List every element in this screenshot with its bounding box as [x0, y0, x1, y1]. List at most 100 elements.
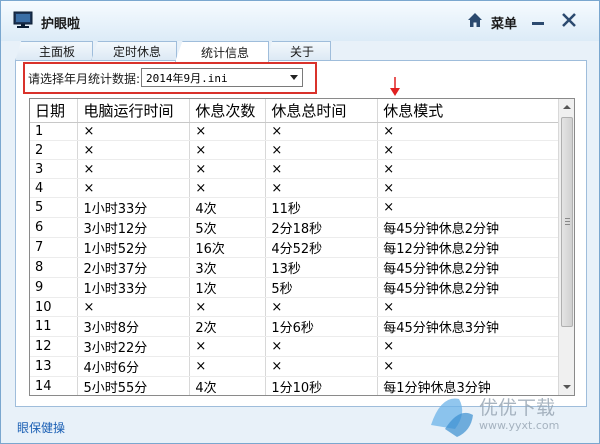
cell-date: 3 — [30, 159, 79, 180]
cell-date: 1 — [30, 122, 79, 142]
table-header-row: 日期 电脑运行时间 休息次数 休息总时间 休息模式 — [30, 99, 560, 123]
cell-runtime: 4小时6分 — [77, 356, 191, 377]
cell-rest-total: 5秒 — [265, 277, 379, 299]
cell-date: 14 — [30, 376, 79, 395]
cell-rest-count: 4次 — [189, 376, 267, 395]
month-select[interactable]: 2014年9月.ini — [141, 68, 303, 87]
cell-rest-mode: × — [377, 336, 560, 357]
tab-timed-rest[interactable]: 定时休息 — [91, 41, 177, 61]
cell-rest-count: × — [189, 122, 267, 142]
table-row[interactable]: 4 × × × × — [30, 178, 560, 199]
cell-runtime: 1小时33分 — [77, 277, 191, 299]
table-row[interactable]: 3 × × × × — [30, 159, 560, 180]
watermark-url: www.yyxt.com — [479, 419, 560, 432]
monitor-icon — [13, 11, 33, 28]
cell-rest-mode: × — [377, 197, 560, 219]
cell-rest-total: × — [265, 336, 379, 357]
table-row[interactable]: 12 3小时22分 × × × — [30, 336, 560, 357]
table-row[interactable]: 2 × × × × — [30, 140, 560, 161]
cell-rest-mode: 每12分钟休息2分钟 — [377, 237, 560, 259]
cell-rest-mode: × — [377, 178, 560, 199]
cell-runtime: 5小时55分 — [77, 376, 191, 395]
red-down-arrow-icon — [390, 77, 400, 96]
chevron-down-icon — [290, 75, 298, 80]
table-row[interactable]: 8 2小时37分 3次 13秒 每45分钟休息2分钟 — [30, 257, 560, 279]
tab-main-panel[interactable]: 主面板 — [15, 41, 93, 61]
stats-grid: 日期 电脑运行时间 休息次数 休息总时间 休息模式 1 × × × × 2 × × × × 3 × × ×… — [30, 99, 560, 395]
cell-date: 13 — [30, 356, 79, 377]
watermark-text: 优优下载 — [479, 397, 556, 419]
tab-bar: 主面板 定时休息 统计信息 关于 — [15, 41, 585, 62]
cell-rest-total: 1分6秒 — [265, 316, 379, 337]
cell-rest-total: 1分10秒 — [265, 376, 379, 395]
header-rest-count[interactable]: 休息次数 — [189, 99, 267, 123]
cell-rest-mode: 每45分钟休息3分钟 — [377, 316, 560, 337]
cell-rest-mode: 每45分钟休息2分钟 — [377, 257, 560, 279]
home-icon[interactable] — [467, 12, 483, 28]
cell-rest-count: × — [189, 159, 267, 180]
cell-rest-count: 16次 — [189, 237, 267, 259]
table-row[interactable]: 10 × × × × — [30, 297, 560, 317]
cell-rest-mode: × — [377, 140, 560, 161]
minimize-icon[interactable] — [529, 11, 547, 29]
cell-date: 6 — [30, 217, 79, 239]
cell-rest-total: × — [265, 178, 379, 199]
table-row[interactable]: 5 1小时33分 4次 11秒 × — [30, 197, 560, 219]
tab-statistics[interactable]: 统计信息 — [175, 41, 269, 62]
header-date[interactable]: 日期 — [30, 99, 79, 123]
cell-runtime: × — [77, 122, 191, 142]
header-runtime[interactable]: 电脑运行时间 — [77, 99, 191, 123]
title-bar[interactable]: 护眼啦 菜单 — [1, 1, 599, 41]
cell-date: 2 — [30, 140, 79, 161]
scroll-up-icon[interactable] — [559, 99, 574, 115]
cell-rest-mode: 每45分钟休息2分钟 — [377, 217, 560, 239]
statistics-table[interactable]: 日期 电脑运行时间 休息次数 休息总时间 休息模式 1 × × × × 2 × × × × 3 × × ×… — [29, 98, 575, 396]
cell-rest-total: 4分52秒 — [265, 237, 379, 259]
header-rest-total[interactable]: 休息总时间 — [265, 99, 379, 123]
cell-rest-mode: 每45分钟休息2分钟 — [377, 277, 560, 299]
selector-label: 请选择年月统计数据: — [28, 72, 141, 86]
cell-rest-mode: × — [377, 159, 560, 180]
tab-label: 定时休息 — [112, 45, 161, 59]
cell-rest-count: 2次 — [189, 316, 267, 337]
cell-rest-total: 11秒 — [265, 197, 379, 219]
cell-rest-count: 5次 — [189, 217, 267, 239]
scroll-thumb[interactable] — [561, 117, 573, 327]
cell-date: 11 — [30, 316, 79, 337]
header-rest-mode[interactable]: 休息模式 — [377, 99, 560, 123]
cell-rest-count: 4次 — [189, 197, 267, 219]
cell-rest-total: × — [265, 122, 379, 142]
close-icon[interactable] — [560, 11, 578, 29]
table-body: 1 × × × × 2 × × × × 3 × × × × 4 × × × × 5 1小时33分 4次 11秒 × 6 3小时12分… — [30, 122, 560, 395]
cell-date: 10 — [30, 297, 79, 317]
cell-rest-total: × — [265, 356, 379, 377]
cell-rest-total: 2分18秒 — [265, 217, 379, 239]
tab-label: 主面板 — [38, 45, 75, 59]
cell-rest-mode: × — [377, 356, 560, 377]
cell-runtime: × — [77, 159, 191, 180]
table-row[interactable]: 1 × × × × — [30, 122, 560, 142]
app-title: 护眼啦 — [41, 17, 81, 32]
cell-date: 7 — [30, 237, 79, 259]
menu-button[interactable]: 菜单 — [491, 13, 517, 32]
table-row[interactable]: 6 3小时12分 5次 2分18秒 每45分钟休息2分钟 — [30, 217, 560, 239]
cell-date: 4 — [30, 178, 79, 199]
table-row[interactable]: 13 4小时6分 × × × — [30, 356, 560, 377]
table-row[interactable]: 9 1小时33分 1次 5秒 每45分钟休息2分钟 — [30, 277, 560, 299]
cell-rest-count: × — [189, 356, 267, 377]
cell-rest-count: 1次 — [189, 277, 267, 299]
table-row[interactable]: 11 3小时8分 2次 1分6秒 每45分钟休息3分钟 — [30, 316, 560, 337]
tab-about[interactable]: 关于 — [267, 41, 331, 61]
cell-rest-mode: × — [377, 297, 560, 317]
cell-rest-total: 13秒 — [265, 257, 379, 279]
tab-label: 统计信息 — [200, 45, 249, 60]
cell-runtime: 2小时37分 — [77, 257, 191, 279]
cell-runtime: 3小时22分 — [77, 336, 191, 357]
table-row[interactable]: 7 1小时52分 16次 4分52秒 每12分钟休息2分钟 — [30, 237, 560, 259]
cell-rest-count: × — [189, 178, 267, 199]
eye-exercise-link[interactable]: 眼保健操 — [17, 419, 65, 436]
cell-runtime: 1小时52分 — [77, 237, 191, 259]
cell-runtime: 3小时12分 — [77, 217, 191, 239]
cell-runtime: 3小时8分 — [77, 316, 191, 337]
vertical-scrollbar[interactable] — [558, 99, 574, 395]
